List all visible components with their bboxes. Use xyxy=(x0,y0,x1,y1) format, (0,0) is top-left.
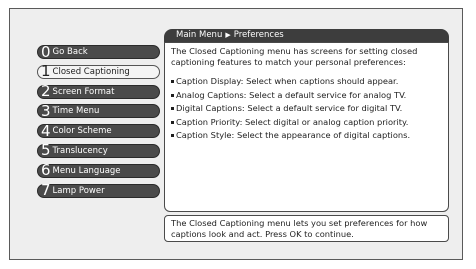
menu-item-menu-language[interactable]: 6 Menu Language xyxy=(37,161,160,180)
menu-item-screen-format[interactable]: 2 Screen Format xyxy=(37,82,160,101)
menu-item-label: Screen Format xyxy=(52,86,115,97)
menu-item-number: 2 xyxy=(41,82,51,101)
bullet-text: Analog Captions: Select a default servic… xyxy=(176,89,407,100)
menu-item-label: Color Scheme xyxy=(52,126,112,137)
menu-item-number: 1 xyxy=(41,62,51,81)
bullet-text: Caption Display: Select when captions sh… xyxy=(176,76,399,86)
menu-item-label: Go Back xyxy=(52,47,88,57)
bullet-icon xyxy=(171,93,174,97)
menu-item-label: Time Menu xyxy=(52,106,100,117)
description-bullet: Digital Captions: Select a default servi… xyxy=(171,103,442,114)
bullet-icon xyxy=(171,120,174,124)
breadcrumb: Main Menu ▶ Preferences xyxy=(164,29,449,42)
menu-item-number: 3 xyxy=(41,101,51,120)
bullet-icon xyxy=(171,80,174,83)
bullet-text: Caption Priority: Select digital or anal… xyxy=(176,116,409,127)
preferences-menu: 0 Go Back 1 Closed Captioning 2 Screen Form… xyxy=(37,42,160,203)
menu-item-go-back[interactable]: 0 Go Back xyxy=(37,42,160,61)
breadcrumb-parent[interactable]: Main Menu xyxy=(176,30,222,40)
menu-item-color-scheme[interactable]: 4 Color Scheme xyxy=(37,121,160,140)
description-bullet: Caption Priority: Select digital or anal… xyxy=(171,117,442,128)
description-bullet: Caption Display: Select when captions sh… xyxy=(171,76,442,87)
description-bullet: Analog Captions: Select a default servic… xyxy=(171,90,442,101)
bullet-text: Caption Style: Select the appearance of … xyxy=(176,130,411,141)
bullet-text: Digital Captions: Select a default servi… xyxy=(176,103,403,114)
menu-item-closed-captioning[interactable]: 1 Closed Captioning xyxy=(37,62,160,81)
menu-item-label: Closed Captioning xyxy=(52,66,130,77)
description-intro: The Closed Captioning menu has screens f… xyxy=(171,46,418,67)
menu-item-number: 6 xyxy=(41,161,51,180)
menu-item-label: Lamp Power xyxy=(52,185,105,196)
menu-item-number: 4 xyxy=(41,121,51,140)
menu-item-number: 5 xyxy=(41,141,51,160)
menu-item-lamp-power[interactable]: 7 Lamp Power xyxy=(37,181,160,200)
menu-item-number: 0 xyxy=(41,42,51,61)
menu-item-label: Translucency xyxy=(52,145,108,156)
help-footer: The Closed Captioning menu lets you set … xyxy=(164,215,449,242)
description-panel: The Closed Captioning menu has screens f… xyxy=(164,42,449,212)
breadcrumb-separator-icon: ▶ xyxy=(225,31,231,39)
bullet-icon xyxy=(171,134,174,138)
menu-item-label: Menu Language xyxy=(52,165,121,176)
menu-item-translucency[interactable]: 5 Translucency xyxy=(37,141,160,160)
breadcrumb-current: Preferences xyxy=(233,30,284,40)
bullet-icon xyxy=(171,107,174,111)
description-bullet: Caption Style: Select the appearance of … xyxy=(171,130,442,141)
menu-item-time-menu[interactable]: 3 Time Menu xyxy=(37,101,160,120)
menu-item-number: 7 xyxy=(41,181,51,200)
